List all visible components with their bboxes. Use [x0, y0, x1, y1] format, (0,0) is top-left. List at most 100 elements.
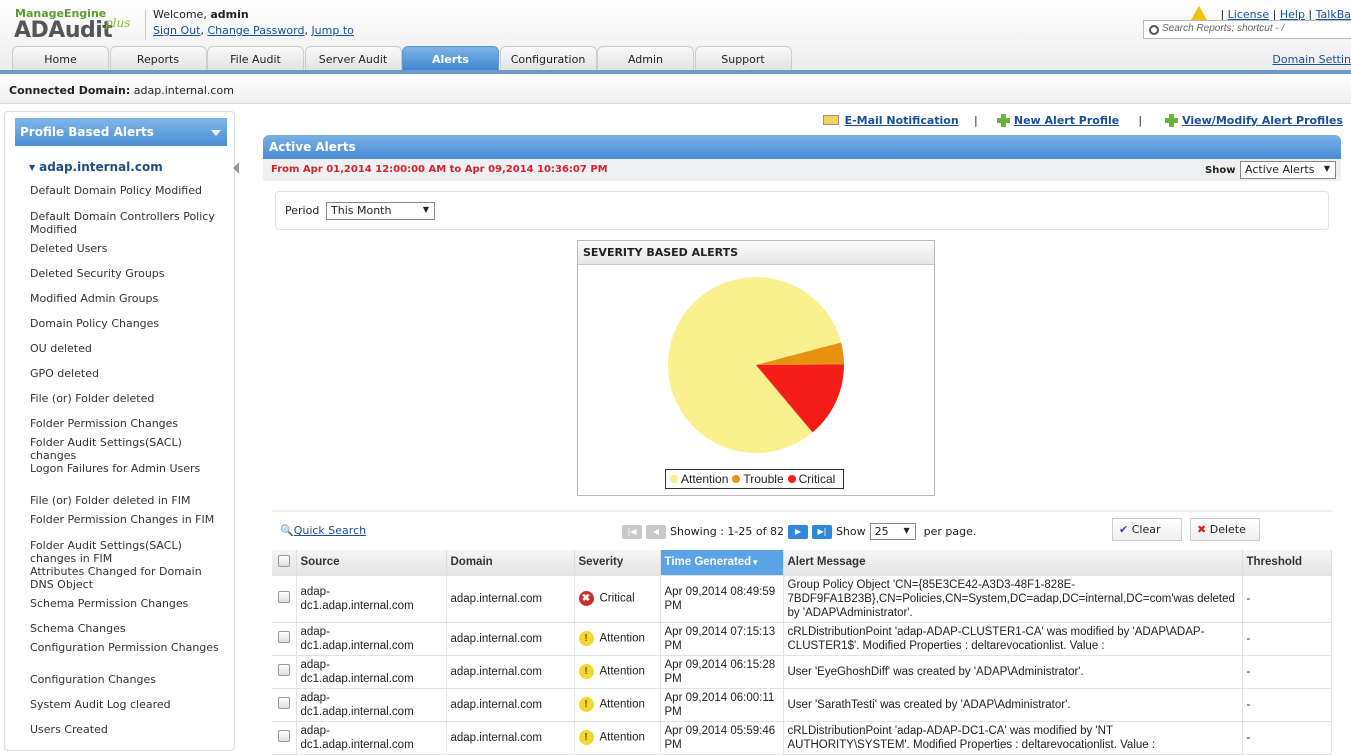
tab-reports[interactable]: Reports	[109, 46, 207, 71]
showing-text: Showing : 1-25 of 82	[670, 525, 784, 538]
account-links: Sign Out, Change Password, Jump to	[153, 24, 354, 37]
connected-domain-value: adap.internal.com	[133, 84, 234, 97]
period-select[interactable]: This Month	[326, 202, 435, 220]
sidebar-item[interactable]: Default Domain Policy Modified	[30, 184, 220, 197]
sidebar: Profile Based Alerts adap.internal.com D…	[4, 111, 235, 751]
select-all-checkbox[interactable]	[278, 554, 290, 567]
grid-toolbar: 🔍Quick Search |◀ ◀ Showing : 1-25 of 82 …	[272, 510, 1332, 550]
search-input[interactable]: Search Reports; shortcut - /	[1143, 20, 1351, 39]
sidebar-item[interactable]: Schema Permission Changes	[30, 597, 220, 610]
sidebar-item[interactable]: Configuration Changes	[30, 673, 220, 686]
attention-icon: !	[578, 631, 594, 646]
sidebar-domain[interactable]: adap.internal.com	[29, 160, 163, 174]
tab-support[interactable]: Support	[694, 46, 792, 71]
message-cell: User 'SarathTesti' was created by 'ADAP\…	[783, 687, 1243, 722]
domain-cell: adap.internal.com	[446, 687, 575, 722]
per-page-select[interactable]: 25	[869, 523, 916, 540]
sidebar-item[interactable]: Logon Failures for Admin Users	[30, 462, 220, 475]
sidebar-item[interactable]: Users Created	[30, 723, 220, 736]
legend-item: Trouble	[732, 472, 784, 486]
search-icon: 🔍	[280, 524, 294, 537]
clear-button[interactable]: ✔ Clear	[1112, 518, 1182, 541]
sidebar-title[interactable]: Profile Based Alerts	[15, 118, 227, 146]
col-severity[interactable]: Severity	[574, 550, 661, 575]
period-label: Period	[285, 204, 320, 217]
tab-file-audit[interactable]: File Audit	[207, 46, 304, 71]
quick-search-link[interactable]: Quick Search	[294, 524, 366, 537]
attention-icon: !	[578, 730, 594, 745]
sidebar-item[interactable]: Folder Audit Settings(SACL) changes in F…	[30, 539, 220, 565]
table-row[interactable]: adap-dc1.adap.internal.com adap.internal…	[272, 654, 1332, 689]
view-modify-profiles-link[interactable]: View/Modify Alert Profiles	[1182, 114, 1343, 127]
sidebar-item[interactable]: System Audit Log cleared	[30, 698, 220, 711]
col-alert-message[interactable]: Alert Message	[783, 550, 1243, 575]
row-checkbox[interactable]	[278, 729, 290, 742]
attention-icon: !	[578, 697, 594, 712]
new-alert-profile-link[interactable]: New Alert Profile	[1014, 114, 1119, 127]
severity-cell: ! Attention	[574, 654, 661, 689]
sidebar-item[interactable]: Deleted Users	[30, 242, 220, 255]
check-icon: ✔	[1119, 523, 1129, 536]
domain-cell: adap.internal.com	[446, 720, 575, 755]
row-checkbox[interactable]	[278, 630, 290, 643]
tab-configuration[interactable]: Configuration	[499, 46, 597, 71]
tab-home[interactable]: Home	[12, 46, 109, 71]
warning-icon[interactable]	[1190, 6, 1207, 20]
sidebar-item[interactable]: Folder Permission Changes in FIM	[30, 513, 220, 526]
period-filter: Period This Month	[275, 191, 1329, 230]
source-cell: adap-dc1.adap.internal.com	[296, 687, 447, 722]
jump-to-link[interactable]: Jump to	[311, 24, 353, 37]
table-row[interactable]: adap-dc1.adap.internal.com adap.internal…	[272, 687, 1332, 722]
col-time-generated[interactable]: Time Generated▼	[660, 550, 784, 575]
sidebar-item[interactable]: Domain Policy Changes	[30, 317, 220, 330]
sign-out-link[interactable]: Sign Out	[153, 24, 200, 37]
next-page-button[interactable]: ▶	[787, 524, 808, 539]
main-tabs: Home Reports File Audit Server Audit Alerts C…	[12, 46, 792, 71]
sidebar-item[interactable]: File (or) Folder deleted in FIM	[30, 494, 220, 507]
table-row[interactable]: adap-dc1.adap.internal.com adap.internal…	[272, 621, 1332, 656]
email-notification-link[interactable]: E-Mail Notification	[845, 114, 959, 127]
sidebar-item[interactable]: Folder Audit Settings(SACL) changes	[30, 436, 220, 462]
severity-chart: SEVERITY BASED ALERTS Attention Trouble Cr…	[577, 240, 935, 496]
col-source[interactable]: Source	[296, 550, 447, 575]
sidebar-item[interactable]: Default Domain Controllers Policy Modifi…	[30, 210, 220, 236]
chart-legend: Attention Trouble Critical	[665, 469, 845, 489]
sidebar-item[interactable]: File (or) Folder deleted	[30, 392, 220, 405]
legend-swatch	[787, 475, 796, 483]
tab-alerts[interactable]: Alerts	[402, 46, 499, 71]
change-password-link[interactable]: Change Password	[207, 24, 304, 37]
tab-admin[interactable]: Admin	[597, 46, 694, 71]
sidebar-item[interactable]: Schema Changes	[30, 622, 220, 635]
sidebar-item[interactable]: Configuration Permission Changes	[30, 641, 220, 654]
username: admin	[210, 8, 249, 21]
sidebar-item[interactable]: GPO deleted	[30, 367, 220, 380]
header: ManageEngine ADAudit plus Welcome, admin…	[0, 0, 1351, 72]
row-checkbox[interactable]	[278, 696, 290, 709]
col-threshold[interactable]: Threshold	[1242, 550, 1332, 575]
col-domain[interactable]: Domain	[446, 550, 575, 575]
row-checkbox[interactable]	[278, 663, 290, 676]
delete-icon: ✖	[1197, 523, 1207, 536]
first-page-button[interactable]: |◀	[622, 524, 642, 539]
divider	[145, 10, 146, 40]
sidebar-item[interactable]: Folder Permission Changes	[30, 417, 220, 430]
pie-chart	[668, 277, 844, 453]
show-select[interactable]: Active Alerts	[1240, 161, 1336, 179]
sidebar-item[interactable]: Attributes Changed for Domain DNS Object	[30, 565, 220, 591]
threshold-cell: -	[1242, 687, 1332, 722]
prev-page-button[interactable]: ◀	[646, 524, 666, 539]
delete-button[interactable]: ✖ Delete	[1190, 518, 1260, 541]
domain-settings-link[interactable]: Domain Settin	[1272, 53, 1351, 66]
sidebar-item[interactable]: Deleted Security Groups	[30, 267, 220, 280]
table-row[interactable]: adap-dc1.adap.internal.com adap.internal…	[272, 720, 1332, 755]
row-checkbox[interactable]	[278, 590, 290, 603]
last-page-button[interactable]: ▶|	[811, 524, 832, 539]
tab-server-audit[interactable]: Server Audit	[304, 46, 402, 71]
message-cell: cRLDistributionPoint 'adap-ADAP-DC1-CA' …	[783, 720, 1243, 755]
table-row[interactable]: adap-dc1.adap.internal.com adap.internal…	[272, 574, 1332, 623]
pager: |◀ ◀ Showing : 1-25 of 82 ▶ ▶| Show 25 p…	[622, 523, 976, 540]
sidebar-item[interactable]: Modified Admin Groups	[30, 292, 220, 305]
source-cell: adap-dc1.adap.internal.com	[296, 720, 447, 755]
sidebar-item[interactable]: OU deleted	[30, 342, 220, 355]
collapse-sidebar-icon[interactable]	[233, 162, 239, 174]
